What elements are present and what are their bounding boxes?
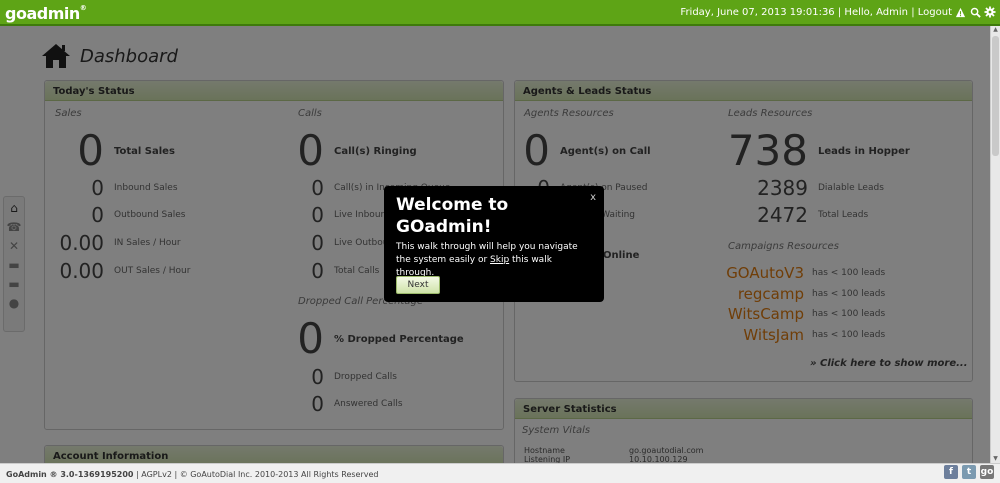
app-logo[interactable]: goadmin® <box>5 4 87 23</box>
footer-icons: f t go <box>944 465 994 479</box>
facebook-icon[interactable]: f <box>944 465 958 479</box>
gear-icon[interactable] <box>984 6 996 18</box>
logout-link[interactable]: Logout <box>918 7 952 18</box>
skip-link[interactable]: Skip <box>490 255 509 265</box>
scroll-down-icon[interactable]: ▼ <box>992 455 999 463</box>
search-icon[interactable] <box>969 6 981 18</box>
close-icon[interactable]: x <box>590 192 596 203</box>
walkthrough-popup: x Welcome to GOadmin! This walk through … <box>384 186 604 302</box>
scroll-up-icon[interactable]: ▲ <box>992 26 999 34</box>
scrollbar[interactable]: ▲ ▼ <box>990 26 1000 463</box>
top-icons <box>954 6 996 18</box>
footer: GoAdmin ® 3.0-1369195200 | AGPLv2 | © Go… <box>0 463 1000 483</box>
greeting: Hello, Admin <box>844 7 908 18</box>
footer-version: GoAdmin ® 3.0-1369195200 <box>6 470 134 479</box>
warning-icon[interactable] <box>954 6 966 18</box>
scroll-thumb[interactable] <box>992 36 999 156</box>
goadmin-icon[interactable]: go <box>980 465 994 479</box>
walkthrough-title: Welcome to GOadmin! <box>396 195 509 237</box>
next-button[interactable]: Next <box>396 276 440 294</box>
footer-license: | AGPLv2 | © GoAutoDial Inc. 2010-2013 A… <box>136 470 379 479</box>
twitter-icon[interactable]: t <box>962 465 976 479</box>
top-bar: goadmin® Friday, June 07, 2013 19:01:36 … <box>0 0 1000 26</box>
datetime: Friday, June 07, 2013 19:01:36 <box>680 7 835 18</box>
walkthrough-description: This walk through will help you navigate… <box>396 241 592 280</box>
top-info: Friday, June 07, 2013 19:01:36 | Hello, … <box>680 7 952 18</box>
